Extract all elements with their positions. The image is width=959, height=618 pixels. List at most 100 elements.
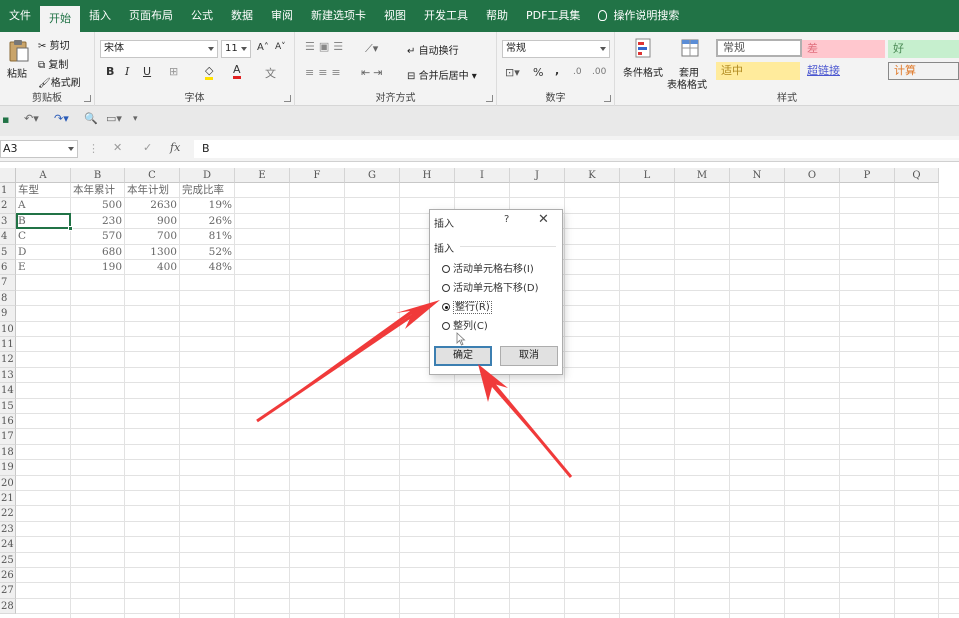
column-header-e[interactable]: E <box>235 168 290 183</box>
row-header-7[interactable]: 7 <box>0 275 16 291</box>
check-icon[interactable]: ✓ <box>143 141 152 154</box>
row-header-8[interactable]: 8 <box>0 290 16 307</box>
active-cell-selection[interactable] <box>16 212 73 231</box>
tab-help[interactable]: 帮助 <box>477 0 517 32</box>
dialog-launcher-icon[interactable] <box>284 95 291 102</box>
row-header-25[interactable]: 25 <box>0 552 16 568</box>
table-cell[interactable]: C <box>18 229 71 244</box>
table-cell[interactable]: 1300 <box>125 245 180 260</box>
column-header-a[interactable]: A <box>16 168 71 183</box>
row-header-17[interactable]: 17 <box>0 429 16 445</box>
table-cell[interactable]: 700 <box>125 229 180 244</box>
copy-button[interactable]: ⧉ 复制 <box>38 56 68 71</box>
font-color-icon[interactable]: A <box>233 63 241 79</box>
merge-center-button[interactable]: ⊟ 合并后居中 ▾ <box>407 67 477 82</box>
style-calculation[interactable]: 计算 <box>888 62 959 80</box>
style-normal[interactable]: 常规 <box>716 39 802 57</box>
name-box[interactable]: A3 <box>0 140 78 158</box>
fill-handle[interactable] <box>68 225 73 231</box>
table-cell[interactable]: 230 <box>71 214 125 229</box>
paste-button[interactable]: 粘贴 <box>7 65 27 80</box>
column-header-g[interactable]: G <box>345 168 400 183</box>
column-header-p[interactable]: P <box>840 168 895 183</box>
row-header-11[interactable]: 11 <box>0 337 16 353</box>
tab-file[interactable]: 文件 <box>0 0 40 32</box>
column-header-h[interactable]: H <box>400 168 455 183</box>
tab-formulas[interactable]: 公式 <box>182 0 222 32</box>
column-header-m[interactable]: M <box>675 168 730 183</box>
dialog-launcher-icon[interactable] <box>604 95 611 102</box>
row-header-22[interactable]: 22 <box>0 506 16 522</box>
column-header-n[interactable]: N <box>730 168 785 183</box>
ok-button[interactable]: 确定 <box>434 346 492 366</box>
row-header-12[interactable]: 12 <box>0 352 16 368</box>
table-cell[interactable]: 680 <box>71 245 125 260</box>
tab-developer[interactable]: 开发工具 <box>415 0 477 32</box>
select-all-corner[interactable] <box>0 168 16 183</box>
radio-icon[interactable] <box>442 265 450 273</box>
table-cell[interactable]: 81% <box>180 229 235 244</box>
column-header-q[interactable]: Q <box>895 168 939 183</box>
dialog-launcher-icon[interactable] <box>486 95 493 102</box>
header-cell[interactable]: 车型 <box>18 183 71 198</box>
style-good[interactable]: 好 <box>888 40 959 58</box>
redo-icon[interactable]: ↷▾ <box>54 112 69 125</box>
comma-button[interactable]: , <box>555 64 559 77</box>
vertical-align-icons[interactable]: ☰▣☰ <box>305 40 347 53</box>
table-cell[interactable]: 19% <box>180 198 235 213</box>
option-entire-column[interactable]: 整列(C) <box>442 317 488 332</box>
row-header-27[interactable]: 27 <box>0 583 16 599</box>
row-header-5[interactable]: 5 <box>0 244 16 260</box>
header-cell[interactable]: 完成比率 <box>182 183 235 198</box>
option-shift-down[interactable]: 活动单元格下移(D) <box>442 279 539 294</box>
print-preview-icon[interactable]: 🔍 <box>84 112 98 125</box>
table-cell[interactable]: 190 <box>71 260 125 275</box>
table-cell[interactable]: D <box>18 245 71 260</box>
table-cell[interactable]: 400 <box>125 260 180 275</box>
table-cell[interactable]: 900 <box>125 214 180 229</box>
cancel-icon[interactable]: ✕ <box>113 141 122 154</box>
format-painter-button[interactable]: 🖌格式刷 <box>38 74 81 89</box>
table-cell[interactable]: 52% <box>180 245 235 260</box>
column-header-i[interactable]: I <box>455 168 510 183</box>
font-size-select[interactable]: 11 <box>221 40 251 58</box>
row-header-10[interactable]: 10 <box>0 321 16 337</box>
number-format-select[interactable]: 常规 <box>502 40 610 58</box>
row-header-26[interactable]: 26 <box>0 568 16 584</box>
header-cell[interactable]: 本年计划 <box>127 183 180 198</box>
table-cell[interactable]: E <box>18 260 71 275</box>
row-header-19[interactable]: 19 <box>0 460 16 476</box>
tab-review[interactable]: 审阅 <box>262 0 302 32</box>
tab-new[interactable]: 新建选项卡 <box>302 0 375 32</box>
currency-icon[interactable]: ⊡▾ <box>505 66 520 79</box>
row-header-14[interactable]: 14 <box>0 383 16 399</box>
row-header-20[interactable]: 20 <box>0 475 16 491</box>
row-header-16[interactable]: 16 <box>0 414 16 430</box>
fill-color-icon[interactable]: ◇ <box>205 64 214 80</box>
row-header-24[interactable]: 24 <box>0 537 16 553</box>
conditional-format-button[interactable]: 条件格式 <box>623 64 663 79</box>
table-cell[interactable]: 500 <box>71 198 125 213</box>
decrease-decimal-icon[interactable]: .00 <box>592 67 606 77</box>
phonetic-icon[interactable]: 文 <box>265 65 276 81</box>
dialog-launcher-icon[interactable] <box>84 95 91 102</box>
wrap-text-button[interactable]: ↵ 自动换行 <box>407 42 459 57</box>
column-header-d[interactable]: D <box>180 168 235 183</box>
border-icon[interactable]: ⊞ <box>169 65 178 78</box>
bold-button[interactable]: B <box>106 65 114 78</box>
formula-input[interactable]: B <box>194 140 959 158</box>
option-entire-row[interactable]: 整行(R) <box>442 298 492 314</box>
tab-search[interactable]: 操作说明搜索 <box>589 0 688 32</box>
column-header-j[interactable]: J <box>510 168 565 183</box>
tab-home[interactable]: 开始 <box>40 6 80 32</box>
orientation-icon[interactable]: ⟋▾ <box>365 42 378 56</box>
row-header-9[interactable]: 9 <box>0 306 16 322</box>
indent-icons[interactable]: ⇤⇥ <box>361 66 385 79</box>
column-header-l[interactable]: L <box>620 168 675 183</box>
header-cell[interactable]: 本年累计 <box>73 183 125 198</box>
row-header-1[interactable]: 1 <box>0 183 16 199</box>
help-button[interactable]: ? <box>504 214 509 225</box>
row-header-28[interactable]: 28 <box>0 598 16 615</box>
undo-icon[interactable]: ↶▾ <box>24 112 39 125</box>
screen-icon[interactable]: ▭▾ <box>106 112 122 125</box>
